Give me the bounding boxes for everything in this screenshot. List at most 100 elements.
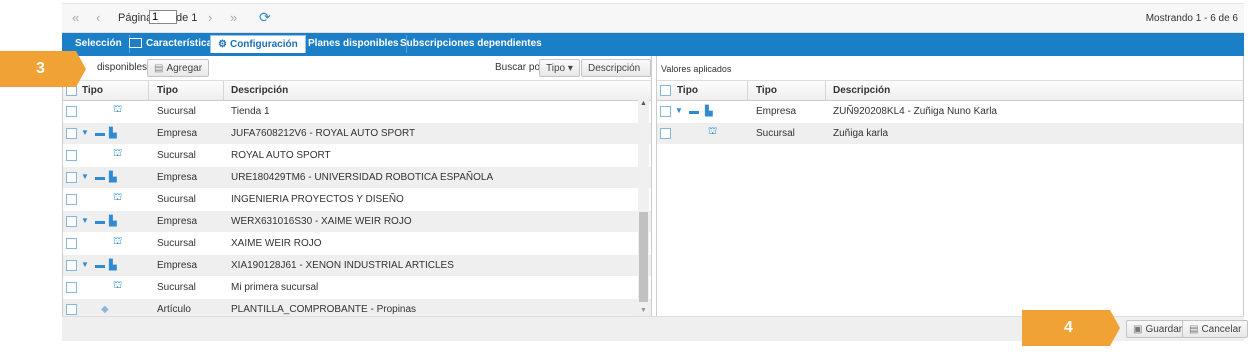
row-descripcion: ROYAL AUTO SPORT xyxy=(231,150,331,161)
col-tipo[interactable]: Tipo xyxy=(157,85,178,96)
row-checkbox[interactable] xyxy=(66,304,77,315)
right-grid-header: Tipo Tipo Descripción xyxy=(657,81,1243,101)
tab-seleccion[interactable]: Selección xyxy=(68,35,130,53)
tab-suscripciones[interactable]: Subscripciones dependientes xyxy=(393,35,549,53)
row-checkbox[interactable] xyxy=(66,128,77,139)
scroll-up-icon[interactable]: ▲ xyxy=(640,100,647,107)
save-icon: ▣ xyxy=(1133,324,1143,335)
folder-icon: ▬ xyxy=(95,216,105,227)
col-tipo-icon[interactable]: Tipo xyxy=(82,85,103,96)
row-tipo: Sucursal xyxy=(157,150,196,161)
table-row[interactable]: ⛫ Sucursal INGENIERIA PROYECTOS Y DISEÑO xyxy=(63,189,651,211)
row-checkbox[interactable] xyxy=(66,216,77,227)
tag-icon: ◆ xyxy=(101,304,109,315)
refresh-icon[interactable]: ⟳ xyxy=(259,9,271,26)
select-all-checkbox[interactable] xyxy=(660,85,671,96)
expand-arrow-icon[interactable]: ▼ xyxy=(81,216,89,225)
row-checkbox[interactable] xyxy=(66,194,77,205)
cancel-button[interactable]: ▤ Cancelar xyxy=(1182,320,1249,338)
table-row[interactable]: ⛫ Sucursal Zuñiga karla xyxy=(657,123,1243,145)
left-toolbar: disponibles ▤ Agregar Buscar por: Tipo ▾ … xyxy=(63,56,651,92)
add-button-label: Agregar xyxy=(166,63,203,74)
table-row[interactable]: ⛫ Sucursal ROYAL AUTO SPORT xyxy=(63,145,651,167)
page-input[interactable] xyxy=(149,10,177,24)
row-descripcion: XIA190128J61 - XENON INDUSTRIAL ARTICLES xyxy=(231,260,454,271)
search-descripcion-dropdown[interactable]: Descripción ▾ xyxy=(581,59,651,92)
gear-icon: ⚙ xyxy=(218,39,227,50)
row-tipo: Sucursal xyxy=(756,128,795,139)
store-icon: ⛫ xyxy=(113,104,123,115)
showing-count: Mostrando 1 - 6 de 6 xyxy=(1145,13,1238,24)
expand-arrow-icon[interactable]: ▼ xyxy=(675,106,683,115)
scroll-thumb[interactable] xyxy=(639,212,648,302)
expand-arrow-icon[interactable]: ▼ xyxy=(81,128,89,137)
step-4-label: 4 xyxy=(1064,319,1073,336)
table-row[interactable]: ▼ ▬ ▙ Empresa XIA190128J61 - XENON INDUS… xyxy=(63,255,651,277)
table-row[interactable]: ⛫ Sucursal Tienda 1 xyxy=(63,101,651,123)
search-tipo-dropdown[interactable]: Tipo ▾ xyxy=(539,59,580,77)
table-row[interactable]: ▼ ▬ ▙ Empresa JUFA7608212V6 - ROYAL AUTO… xyxy=(63,123,651,145)
row-checkbox[interactable] xyxy=(660,128,671,139)
tab-seleccion-label: Selección xyxy=(75,38,122,49)
save-button[interactable]: ▣ Guardar xyxy=(1126,320,1190,338)
row-checkbox[interactable] xyxy=(66,260,77,271)
row-descripcion: Tienda 1 xyxy=(231,106,270,117)
building-icon: ▙ xyxy=(109,260,117,271)
store-icon: ⛫ xyxy=(113,236,123,247)
row-checkbox[interactable] xyxy=(66,150,77,161)
row-descripcion: Mi primera sucursal xyxy=(231,282,319,293)
search-desc-label: Descripción xyxy=(588,63,641,74)
col-descripcion[interactable]: Descripción xyxy=(833,85,890,96)
left-grid-header: Tipo Tipo Descripción xyxy=(63,81,651,101)
available-values-panel: disponibles ▤ Agregar Buscar por: Tipo ▾ … xyxy=(62,56,652,321)
main-frame: « ‹ Página de 1 › » ⟳ Mostrando 1 - 6 de… xyxy=(62,0,1249,343)
row-tipo: Sucursal xyxy=(157,282,196,293)
prev-page-icon[interactable]: ‹ xyxy=(96,10,100,25)
applied-values-panel: Valores aplicados Tipo Tipo Descripción … xyxy=(656,56,1244,317)
document-icon: ▤ xyxy=(1189,324,1199,335)
left-scrollbar[interactable]: ▲ ▼ xyxy=(638,100,649,314)
row-checkbox[interactable] xyxy=(66,282,77,293)
col-descripcion[interactable]: Descripción xyxy=(231,85,288,96)
pager-bar: « ‹ Página de 1 › » ⟳ Mostrando 1 - 6 de… xyxy=(62,3,1244,33)
folder-icon: ▬ xyxy=(95,260,105,271)
row-tipo: Sucursal xyxy=(157,238,196,249)
row-checkbox[interactable] xyxy=(66,106,77,117)
tab-bar: Selección Características ⚙ Configuración… xyxy=(62,33,1244,56)
step-4-badge: 4 xyxy=(1022,310,1120,346)
tab-caracteristicas-label: Características xyxy=(146,38,218,49)
page-label: Página xyxy=(118,12,153,24)
row-descripcion: PLANTILLA_COMPROBANTE - Propinas xyxy=(231,304,417,315)
table-row[interactable]: ▼ ▬ ▙ Empresa URE180429TM6 - UNIVERSIDAD… xyxy=(63,167,651,189)
scroll-down-icon[interactable]: ▼ xyxy=(640,307,647,314)
tab-planes[interactable]: Planes disponibles xyxy=(301,35,407,53)
folder-icon: ▬ xyxy=(95,128,105,139)
row-checkbox[interactable] xyxy=(66,172,77,183)
last-page-icon[interactable]: » xyxy=(230,10,237,25)
building-icon: ▙ xyxy=(109,216,117,227)
row-tipo: Artículo xyxy=(157,304,191,315)
cancel-button-label: Cancelar xyxy=(1201,324,1242,335)
col-tipo-icon[interactable]: Tipo xyxy=(677,85,698,96)
row-checkbox[interactable] xyxy=(66,238,77,249)
row-descripcion: XAIME WEIR ROJO xyxy=(231,238,322,249)
row-descripcion: INGENIERIA PROYECTOS Y DISEÑO xyxy=(231,194,404,205)
next-page-icon[interactable]: › xyxy=(208,10,212,25)
row-tipo: Empresa xyxy=(157,216,198,227)
table-row[interactable]: ▼ ▬ ▙ Empresa WERX631016S30 - XAIME WEIR… xyxy=(63,211,651,233)
tab-configuracion[interactable]: ⚙ Configuración xyxy=(210,35,306,53)
search-tipo-label: Tipo xyxy=(546,63,566,74)
col-tipo[interactable]: Tipo xyxy=(756,85,777,96)
table-row[interactable]: ▼ ▬ ▙ Empresa ZUÑ920208KL4 - Zuñiga Nuno… xyxy=(657,101,1243,123)
expand-arrow-icon[interactable]: ▼ xyxy=(81,172,89,181)
row-descripcion: JUFA7608212V6 - ROYAL AUTO SPORT xyxy=(231,128,416,139)
expand-arrow-icon[interactable]: ▼ xyxy=(81,260,89,269)
row-checkbox[interactable] xyxy=(660,106,671,117)
building-icon: ▙ xyxy=(109,128,117,139)
table-row[interactable]: ⛫ Sucursal XAIME WEIR ROJO xyxy=(63,233,651,255)
row-descripcion: WERX631016S30 - XAIME WEIR ROJO xyxy=(231,216,412,227)
table-row[interactable]: ⛫ Sucursal Mi primera sucursal xyxy=(63,277,651,299)
add-button[interactable]: ▤ Agregar xyxy=(147,59,210,77)
store-icon: ⛫ xyxy=(113,280,123,291)
first-page-icon[interactable]: « xyxy=(72,10,79,25)
